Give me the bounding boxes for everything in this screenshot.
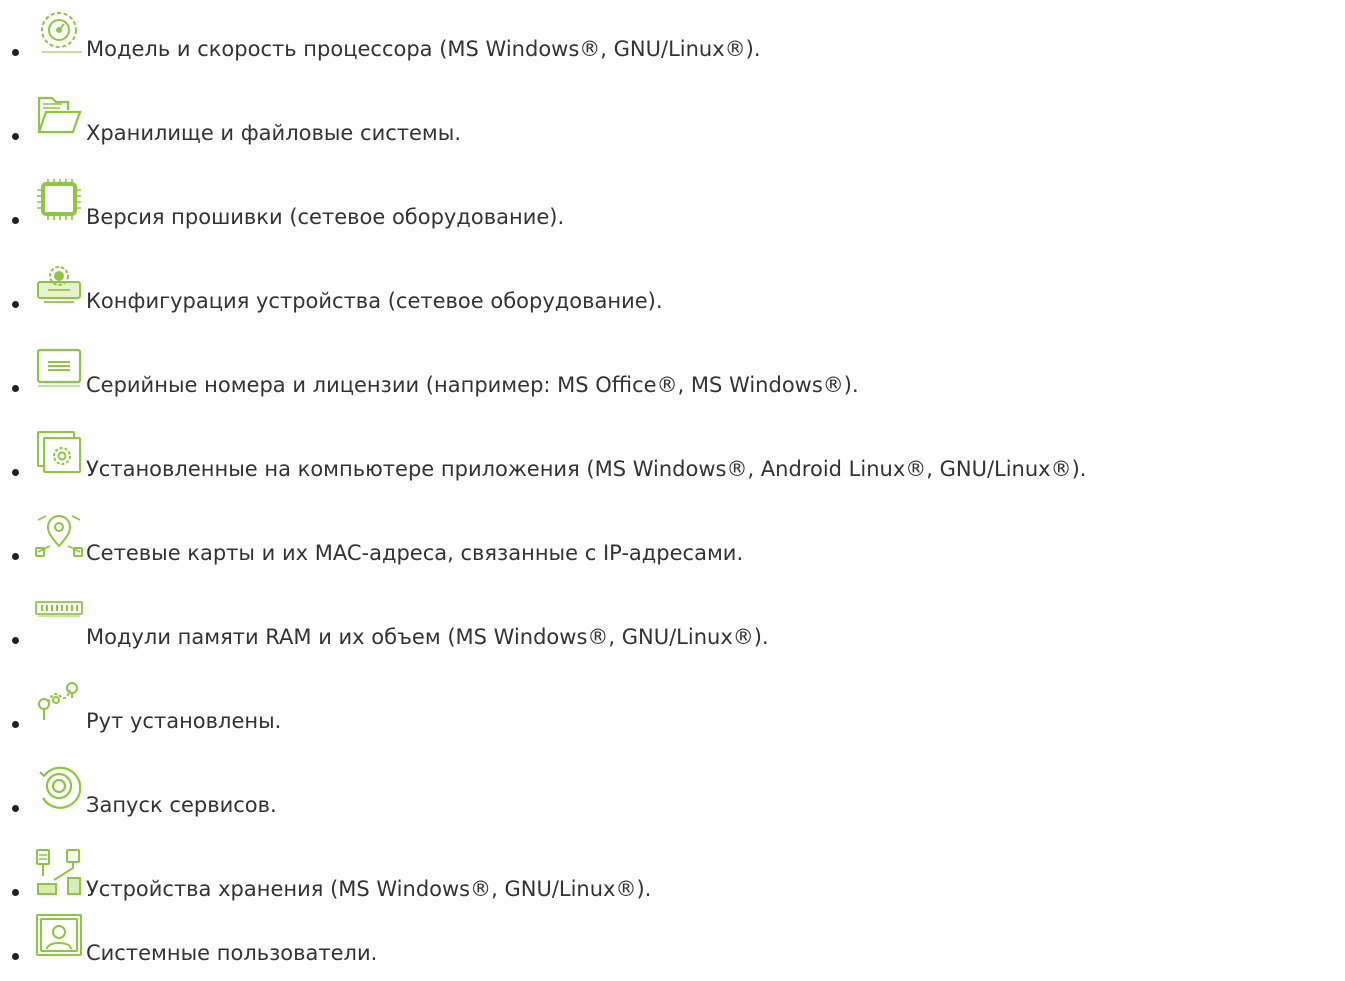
ram-module-icon: [34, 596, 84, 644]
app-window-gear-icon: [34, 428, 84, 476]
feature-label: Запуск сервисов.: [86, 793, 277, 817]
cpu-speed-gear-icon: [34, 8, 84, 56]
bullet: [12, 301, 19, 308]
list-item: Конфигурация устройства (сетевое оборудо…: [0, 266, 1345, 322]
user-profile-icon: [34, 912, 84, 960]
list-item: Модель и скорость процессора (MS Windows…: [0, 12, 1345, 70]
bullet: [12, 721, 19, 728]
feature-label: Сетевые карты и их MAC-адреса, связанные…: [86, 541, 744, 565]
bullet: [12, 49, 19, 56]
feature-label: Версия прошивки (сетевое оборудование).: [86, 205, 565, 229]
storage-network-icon: [34, 848, 84, 896]
list-item: Сетевые карты и их MAC-адреса, связанные…: [0, 515, 1345, 574]
feature-label: Модули памяти RAM и их объем (MS Windows…: [86, 625, 769, 649]
bullet: [12, 805, 19, 812]
list-item: Серийные номера и лицензии (например: MS…: [0, 348, 1345, 406]
feature-label: Хранилище и файловые системы.: [86, 121, 462, 145]
feature-label: Модель и скорость процессора (MS Windows…: [86, 37, 761, 61]
list-item: Хранилище и файловые системы.: [0, 96, 1345, 154]
feature-label: Серийные номера и лицензии (например: MS…: [86, 373, 859, 397]
list-item: Запуск сервисов.: [0, 766, 1345, 826]
feature-label: Рут установлены.: [86, 709, 282, 733]
list-item: Устройства хранения (MS Windows®, GNU/Li…: [0, 849, 1345, 910]
list-item: Версия прошивки (сетевое оборудование).: [0, 179, 1345, 238]
bullet: [12, 889, 19, 896]
bullet: [12, 469, 19, 476]
bullet: [12, 953, 19, 960]
feature-label: Системные пользователи.: [86, 941, 378, 965]
feature-label: Конфигурация устройства (сетевое оборудо…: [86, 289, 663, 313]
license-card-icon: [34, 344, 84, 392]
device-config-gear-icon: [34, 260, 84, 308]
list-item: Установленные на компьютере приложения (…: [0, 431, 1345, 490]
service-target-icon: [34, 764, 84, 812]
bullet: [12, 553, 19, 560]
feature-label: Установленные на компьютере приложения (…: [86, 457, 1087, 481]
list-item: Рут установлены.: [0, 682, 1345, 742]
folder-icon: [34, 92, 84, 140]
bullet: [12, 217, 19, 224]
bullet: [12, 385, 19, 392]
feature-list: Модель и скорость процессора (MS Windows…: [0, 0, 1345, 981]
feature-label: Устройства хранения (MS Windows®, GNU/Li…: [86, 877, 652, 901]
list-item: Системные пользователи.: [0, 914, 1345, 974]
route-path-icon: [34, 680, 84, 728]
bullet: [12, 637, 19, 644]
chip-icon: [34, 176, 84, 224]
network-location-icon: [34, 512, 84, 560]
bullet: [12, 133, 19, 140]
list-item: Модули памяти RAM и их объем (MS Windows…: [0, 601, 1345, 658]
